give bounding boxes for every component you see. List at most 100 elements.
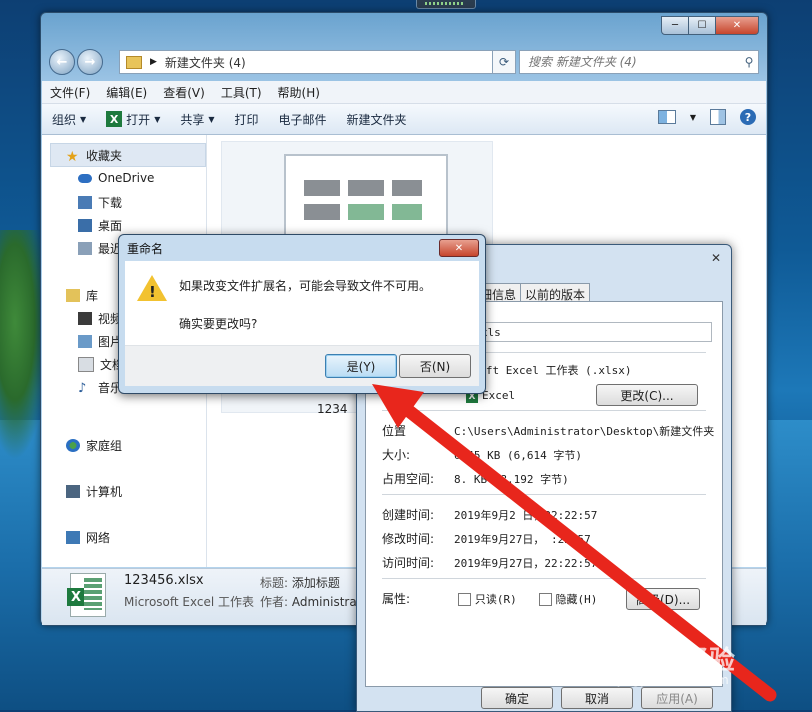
cloud-icon xyxy=(78,173,92,183)
disk-size-key: 占用空间: xyxy=(382,472,435,486)
search-icon[interactable]: ⚲ xyxy=(740,55,758,69)
close-button[interactable]: ✕ xyxy=(439,239,479,257)
open-button[interactable]: X 打开 ▼ xyxy=(96,111,170,128)
sidebar-item-label: 网络 xyxy=(86,531,111,545)
picture-icon xyxy=(78,335,92,348)
rename-dialog: 重命名 ✕ ! 如果改变文件扩展名，可能会导致文件不可用。 确实要更改吗? 是(… xyxy=(118,234,486,394)
minimize-button[interactable]: ─ xyxy=(661,16,689,35)
caption-buttons: ─ ☐ ✕ xyxy=(661,16,759,35)
confirm-question: 确实要更改吗? xyxy=(179,317,258,331)
sidebar-item-pictures[interactable]: 图片 xyxy=(78,333,122,350)
sidebar-item-onedrive[interactable]: OneDrive xyxy=(78,171,154,185)
menu-view[interactable]: 查看(V) xyxy=(155,84,213,101)
menu-help[interactable]: 帮助(H) xyxy=(270,84,328,101)
breadcrumb-arrow-icon[interactable]: ▶ xyxy=(150,57,157,67)
ok-button[interactable]: 确定 xyxy=(481,687,553,709)
file-name-label[interactable]: 1234 xyxy=(317,402,348,416)
accessed-key: 访问时间: xyxy=(382,556,435,570)
change-button[interactable]: 更改(C)... xyxy=(596,384,698,406)
network-icon xyxy=(66,531,80,544)
menu-tools[interactable]: 工具(T) xyxy=(213,84,270,101)
chevron-down-icon: ▼ xyxy=(154,114,161,124)
email-button[interactable]: 电子邮件 xyxy=(269,111,337,128)
sidebar-item-label: 库 xyxy=(86,289,99,303)
type-text: osoft Excel 工作表 (.xlsx) xyxy=(466,364,632,377)
sidebar-item-music[interactable]: ♪ 音乐 xyxy=(78,379,122,396)
download-icon xyxy=(78,196,92,209)
sidebar-item-computer[interactable]: 计算机 xyxy=(66,483,122,500)
taskbar-preview[interactable] xyxy=(416,0,476,9)
excel-file-icon: X xyxy=(67,573,106,617)
sidebar-item-favorites[interactable]: ★ 收藏夹 xyxy=(66,147,123,165)
dialog-body: ! 如果改变文件扩展名，可能会导致文件不可用。 确实要更改吗? xyxy=(125,261,479,345)
address-bar[interactable]: ▶ 新建文件夹 (4) ▼ xyxy=(119,50,511,74)
disk-size-row: 占用空间: 8. KB (8,192 字节) xyxy=(382,470,569,487)
address-path[interactable]: 新建文件夹 (4) xyxy=(165,54,494,71)
sidebar-item-downloads[interactable]: 下载 xyxy=(78,194,122,211)
type-value: osoft Excel 工作表 (.xlsx) xyxy=(466,362,631,378)
details-file-name: 123456.xlsx xyxy=(124,573,204,588)
sidebar-item-recent[interactable]: 最近 xyxy=(78,240,122,257)
search-box[interactable]: ⚲ xyxy=(519,50,759,74)
size-row: 大小: 6.45 KB (6,614 字节) xyxy=(382,446,582,463)
share-button[interactable]: 共享 ▼ xyxy=(170,111,224,128)
checkbox-box[interactable] xyxy=(538,593,552,606)
close-button[interactable]: ✕ xyxy=(715,16,759,35)
attributes-row: 属性: 只读(R) 隐藏(H) xyxy=(382,590,597,607)
yes-button[interactable]: 是(Y) xyxy=(325,354,397,378)
icon-cell xyxy=(304,180,340,196)
sidebar-item-label: 桌面 xyxy=(98,219,123,233)
icon-cell xyxy=(392,180,422,196)
location-row: 位置 C:\Users\Administrator\Desktop\新建文件夹 xyxy=(382,422,714,439)
dialog-footer: 是(Y) 否(N) xyxy=(125,345,479,386)
music-icon: ♪ xyxy=(78,381,87,396)
close-icon[interactable]: ✕ xyxy=(711,251,721,265)
cancel-button[interactable]: 取消 xyxy=(561,687,633,709)
advanced-button[interactable]: 高级(D)... xyxy=(626,588,700,610)
organize-label: 组织 xyxy=(52,112,77,127)
navigation-row: ← → ▶ 新建文件夹 (4) ▼ ⟳ ⚲ xyxy=(49,49,759,75)
filename-field[interactable]: 56.xls xyxy=(456,322,712,342)
divider xyxy=(382,494,706,495)
share-label: 共享 xyxy=(180,112,205,127)
new-folder-button[interactable]: 新建文件夹 xyxy=(337,111,417,128)
back-button[interactable]: ← xyxy=(49,49,75,75)
toolbar-right: ▼ ? xyxy=(657,109,756,125)
details-author-value[interactable]: Administra xyxy=(292,595,357,609)
readonly-checkbox[interactable]: 只读(R) xyxy=(457,592,517,606)
details-title-value[interactable]: 添加标题 xyxy=(292,576,340,590)
search-input[interactable] xyxy=(526,54,740,70)
watermark-url: jingyan.baidu.com xyxy=(618,673,729,687)
attributes-key: 属性: xyxy=(382,592,411,606)
forward-button[interactable]: → xyxy=(77,49,103,75)
menu-file[interactable]: 文件(F) xyxy=(42,84,98,101)
apply-button[interactable]: 应用(A) xyxy=(641,687,713,709)
print-button[interactable]: 打印 xyxy=(225,111,269,128)
sidebar-item-label: 收藏夹 xyxy=(86,149,123,163)
sidebar-item-network[interactable]: 网络 xyxy=(66,529,110,546)
divider xyxy=(382,578,706,579)
divider xyxy=(382,410,706,411)
sidebar-item-desktop[interactable]: 桌面 xyxy=(78,217,122,234)
maximize-button[interactable]: ☐ xyxy=(688,16,716,35)
help-icon[interactable]: ? xyxy=(740,109,756,125)
refresh-button[interactable]: ⟳ xyxy=(492,50,516,74)
size-value: 6.45 KB (6,614 字节) xyxy=(454,449,582,462)
sidebar-item-videos[interactable]: 视频 xyxy=(78,310,122,327)
sidebar-item-label: 计算机 xyxy=(86,485,123,499)
accessed-value: 2019年9月27日，22:22:57 xyxy=(454,557,598,570)
organize-button[interactable]: 组织 ▼ xyxy=(42,111,96,128)
no-button[interactable]: 否(N) xyxy=(399,354,471,378)
menu-edit[interactable]: 编辑(E) xyxy=(98,84,155,101)
icon-cell xyxy=(304,204,340,220)
preview-pane-icon[interactable] xyxy=(710,109,726,125)
checkbox-box[interactable] xyxy=(457,593,471,606)
sidebar-item-label: OneDrive xyxy=(98,171,155,185)
icon-cell xyxy=(348,180,384,196)
sidebar-item-libraries[interactable]: 库 xyxy=(66,287,98,304)
change-view-icon[interactable] xyxy=(657,110,676,124)
menu-bar: 文件(F) 编辑(E) 查看(V) 工具(T) 帮助(H) xyxy=(42,81,766,104)
sidebar-item-homegroup[interactable]: 家庭组 xyxy=(66,437,122,454)
chevron-down-icon[interactable]: ▼ xyxy=(690,113,696,122)
hidden-checkbox[interactable]: 隐藏(H) xyxy=(538,592,597,606)
